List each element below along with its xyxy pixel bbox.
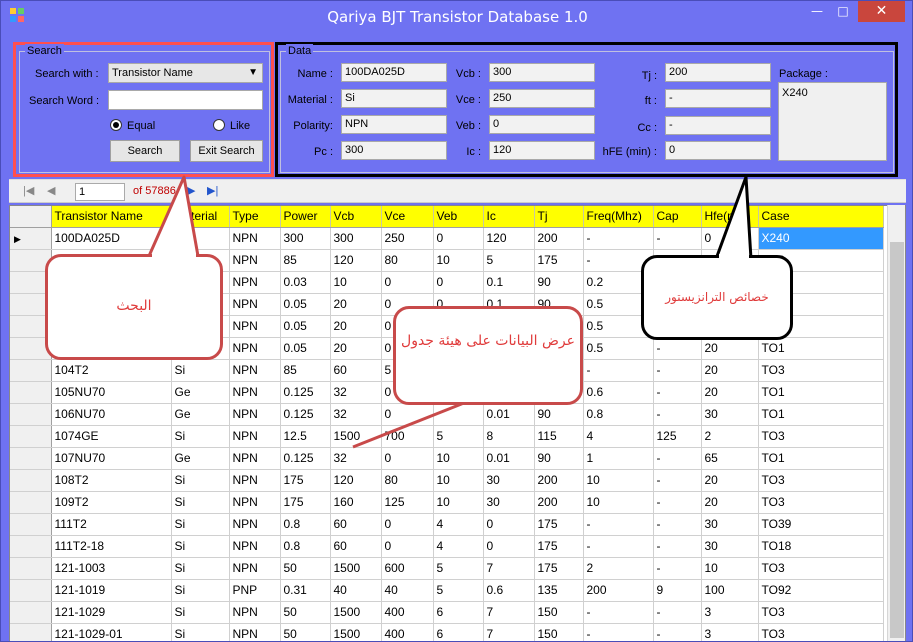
props-callout-seam: [719, 254, 749, 260]
props-seam-fix: [719, 254, 749, 260]
app-window: Qariya BJT Transistor Database 1.0 — □ ✕…: [0, 0, 913, 642]
props-callout-text: خصائص الترانزيستور: [665, 290, 769, 304]
